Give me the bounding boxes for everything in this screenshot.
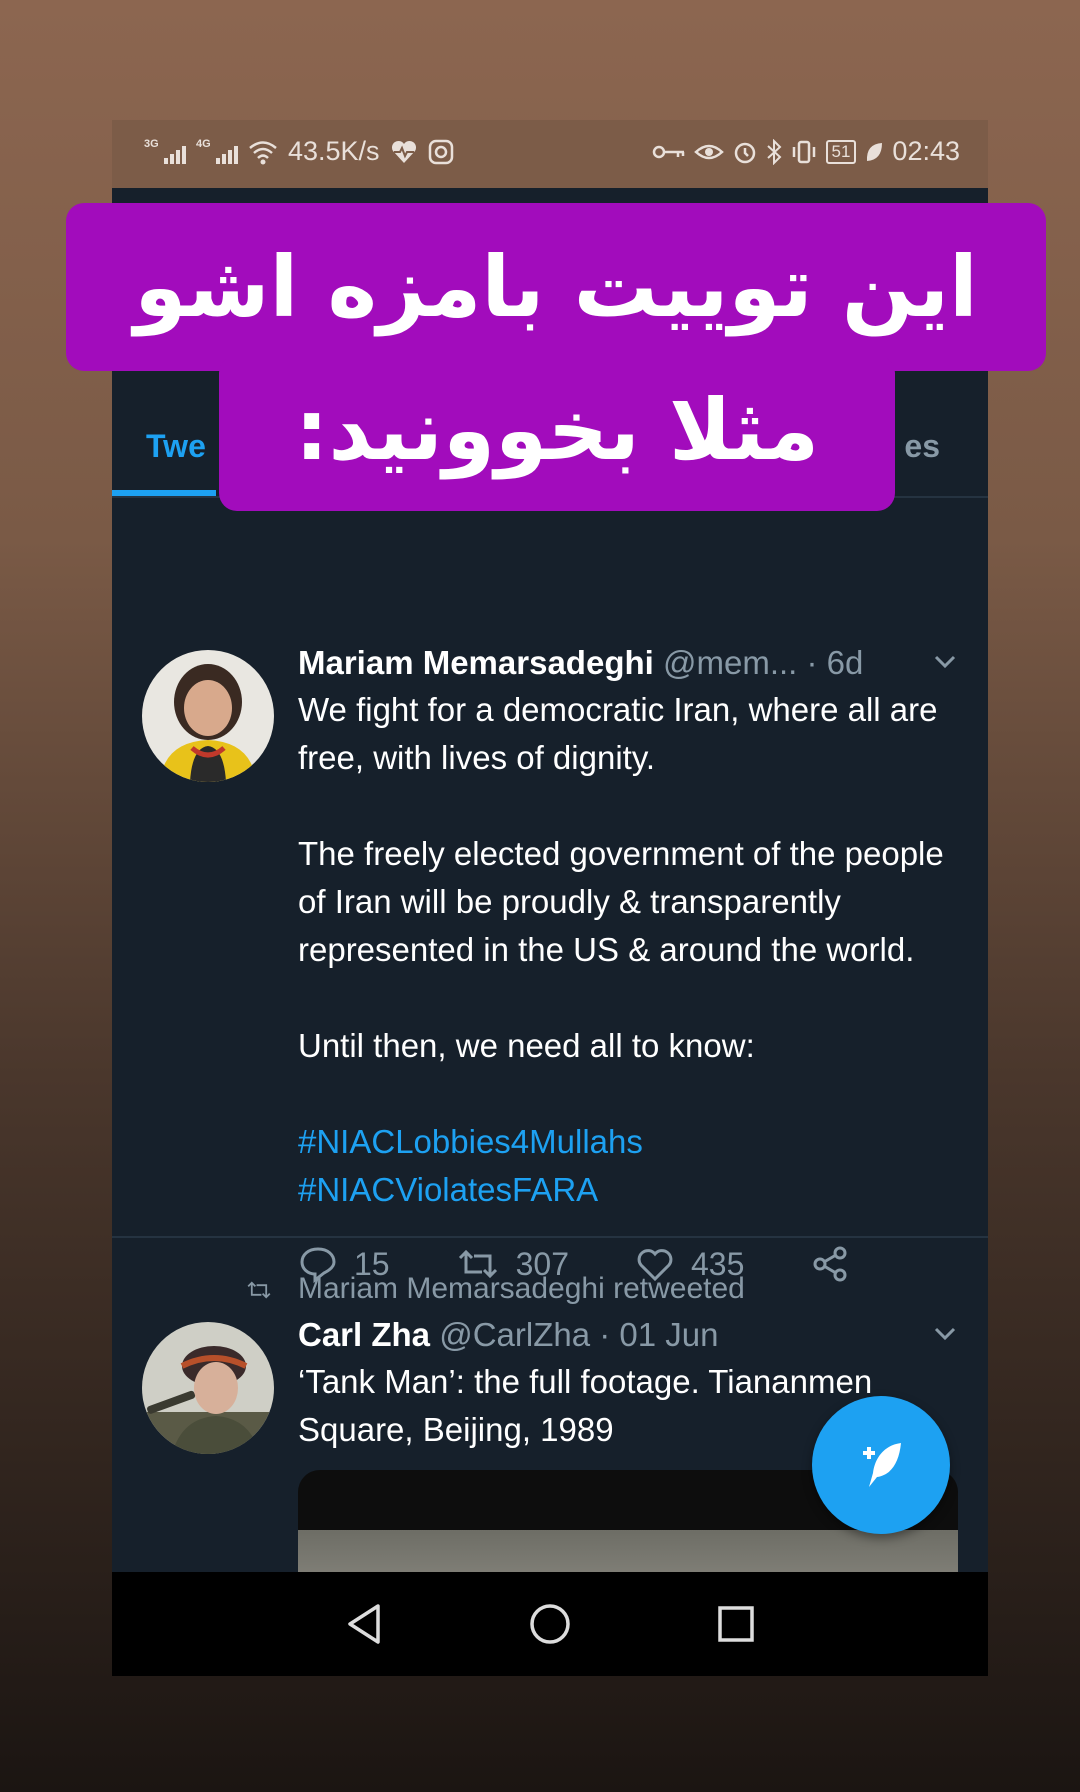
retweeted-by-label[interactable]: Mariam Memarsadeghi retweeted	[298, 1272, 745, 1306]
key-icon	[652, 145, 684, 158]
tweet-header: Mariam Memarsadeghi @mem... · 6d	[298, 642, 958, 684]
network-type-1: 3G	[144, 137, 159, 150]
home-icon	[530, 1604, 570, 1644]
recents-icon	[718, 1606, 754, 1642]
alarm-icon	[734, 142, 755, 163]
tab-tweets[interactable]: Twe	[146, 428, 206, 465]
tab-likes[interactable]: es	[904, 428, 940, 465]
signal-icon: 4G	[196, 137, 238, 164]
tweet-text: We fight for a democratic Iran, where al…	[298, 686, 958, 1214]
home-button[interactable]	[520, 1594, 580, 1654]
tweet-header: Carl Zha @CarlZha · 01 Jun	[298, 1314, 958, 1356]
network-type-2: 4G	[196, 137, 211, 150]
author-name[interactable]: Carl Zha	[298, 1316, 430, 1353]
hashtag-link[interactable]: #NIACViolatesFARA	[298, 1166, 958, 1214]
signal-icon: 3G	[144, 137, 186, 164]
status-bar: 3G 4G 43.5K/s 51 02:43	[112, 120, 988, 188]
chevron-down-icon[interactable]	[932, 1320, 958, 1346]
tweet-divider	[112, 1236, 988, 1238]
tweet-paragraph: Until then, we need all to know:	[298, 1027, 755, 1064]
overlay-caption-line2: مثلا بخوونید:	[219, 355, 895, 511]
author-name[interactable]: Mariam Memarsadeghi	[298, 644, 654, 681]
recents-button[interactable]	[706, 1594, 766, 1654]
tweet-paragraph: We fight for a democratic Iran, where al…	[298, 691, 938, 776]
vibrate-icon	[792, 140, 815, 163]
leaf-icon	[867, 142, 883, 161]
clock: 02:43	[892, 136, 960, 166]
eye-icon	[693, 144, 724, 159]
hashtag-link[interactable]: #NIACLobbies4Mullahs	[298, 1118, 958, 1166]
retweet-icon	[247, 1281, 271, 1299]
back-button[interactable]	[334, 1594, 394, 1654]
compose-feather-icon	[863, 1443, 901, 1487]
heart-pulse-icon	[391, 140, 416, 163]
share-icon	[813, 1246, 847, 1282]
battery-level: 51	[825, 139, 857, 164]
tweet-content: Mariam Memarsadeghi @mem... · 6d We figh…	[298, 642, 958, 1284]
chevron-down-icon[interactable]	[932, 648, 958, 674]
compose-tweet-button[interactable]	[812, 1396, 950, 1534]
avatar[interactable]	[142, 650, 274, 782]
bluetooth-icon	[766, 138, 781, 165]
tweet-time: · 01 Jun	[599, 1316, 719, 1353]
network-speed: 43.5K/s	[288, 136, 380, 166]
avatar[interactable]	[142, 1322, 274, 1454]
tweet-paragraph: The freely elected government of the peo…	[298, 835, 944, 968]
author-handle: @CarlZha	[439, 1316, 591, 1353]
tweet-time: · 6d	[806, 644, 864, 681]
navigation-bar	[112, 1572, 988, 1676]
author-handle: @mem...	[662, 644, 798, 681]
instagram-icon	[428, 139, 453, 164]
overlay-caption-line1: این توییت بامزه اشو	[66, 203, 1046, 371]
wifi-icon	[249, 140, 277, 164]
battery-icon: 51	[825, 139, 857, 164]
share-button[interactable]	[810, 1244, 850, 1284]
back-icon	[348, 1604, 380, 1644]
